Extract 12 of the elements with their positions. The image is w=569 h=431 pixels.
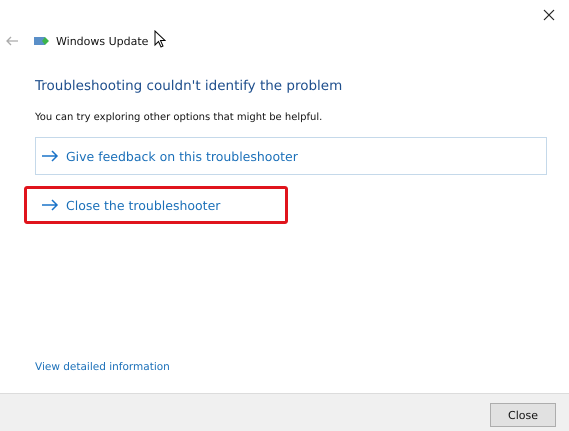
close-icon[interactable] (543, 9, 555, 21)
details-link[interactable]: View detailed information (35, 361, 170, 373)
heading: Troubleshooting couldn't identify the problem (35, 78, 344, 94)
close-button[interactable]: Close (490, 403, 556, 427)
option-link[interactable]: Give feedback on this troubleshooter (35, 137, 547, 175)
message-text: You can try exploring other options that might be helpful. (35, 112, 324, 123)
mouse-cursor-icon (154, 30, 166, 48)
arrow-icon (41, 199, 59, 211)
update-icon (34, 36, 50, 46)
arrow-icon (41, 150, 59, 162)
window-title: Windows Update (56, 34, 148, 48)
highlighted-option-link[interactable]: Close the troubleshooter (24, 186, 288, 224)
